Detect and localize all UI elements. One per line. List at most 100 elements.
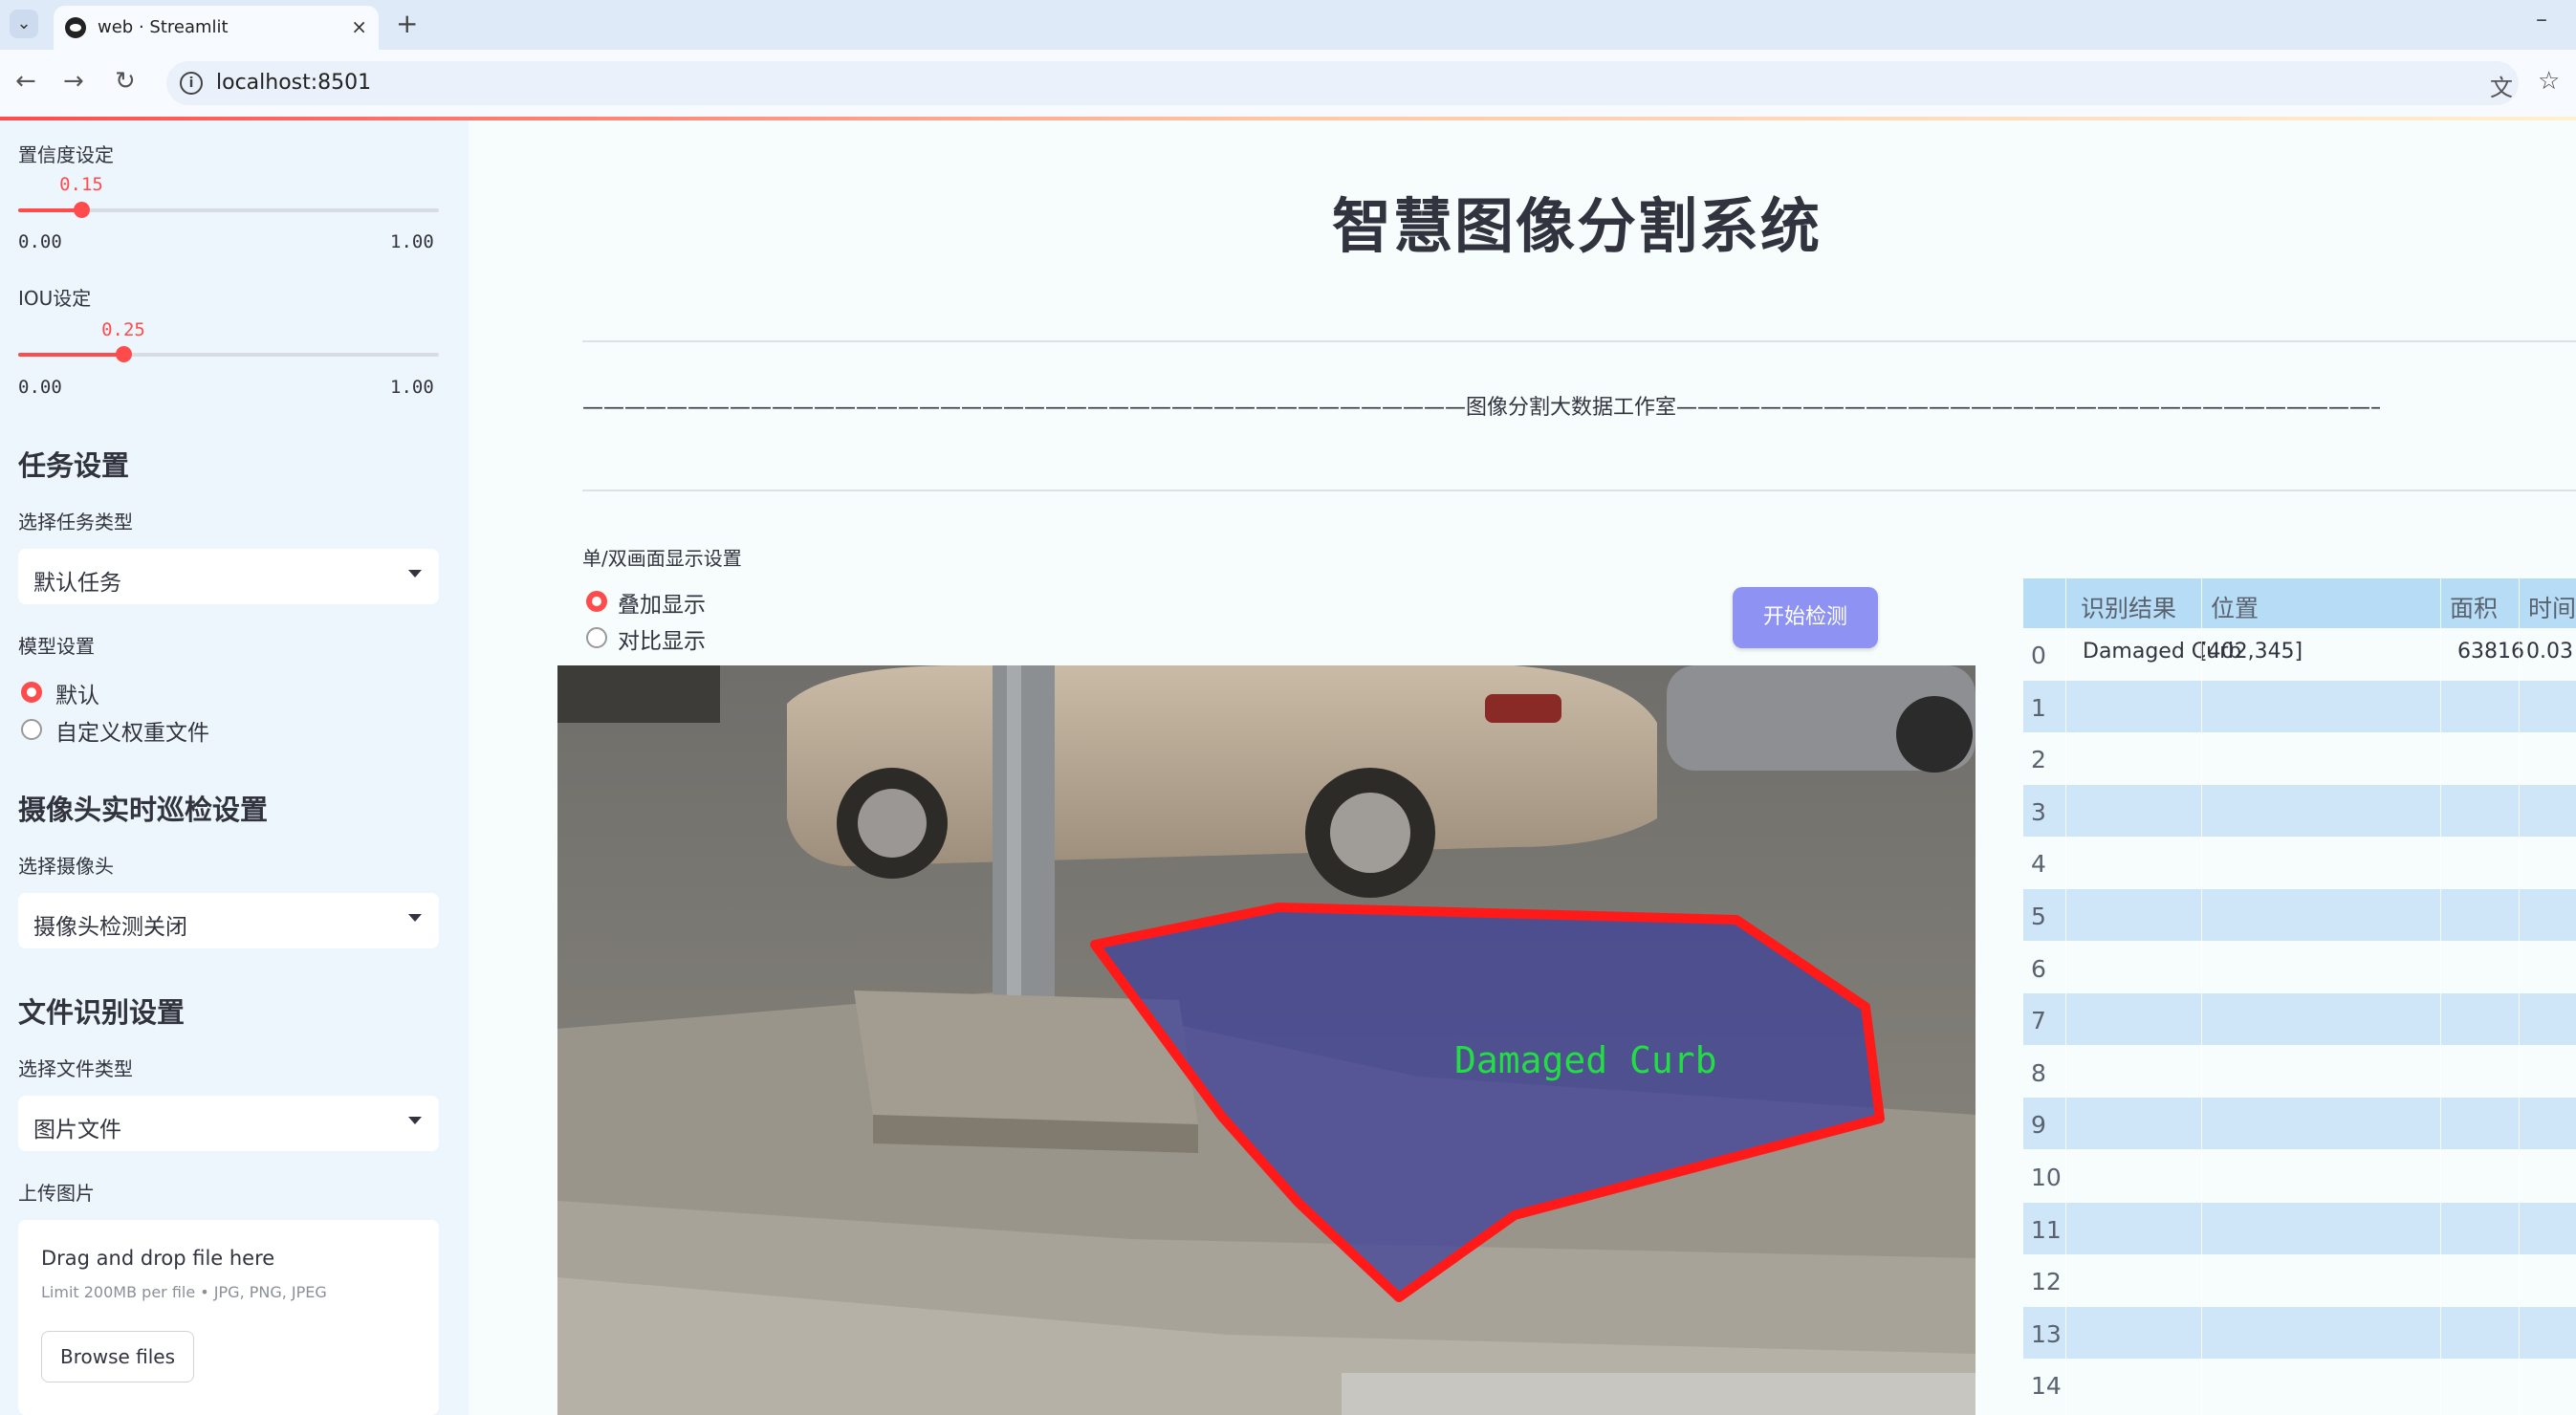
file-type-select[interactable]: 图片文件	[18, 1096, 439, 1151]
model-default-label[interactable]: 默认	[55, 677, 99, 709]
confidence-slider[interactable]	[18, 202, 439, 218]
camera-settings-heading: 摄像头实时巡检设置	[18, 794, 269, 826]
header-time: 时间	[2528, 595, 2576, 622]
table-row: 6	[2023, 941, 2576, 993]
confidence-min: 0.00	[18, 231, 62, 252]
table-row: 8	[2023, 1045, 2576, 1098]
table-row: 13	[2023, 1306, 2576, 1359]
bookmark-star-icon[interactable]: ☆	[2538, 67, 2560, 96]
iou-value: 0.25	[101, 319, 145, 340]
task-type-select[interactable]: 默认任务	[18, 549, 439, 604]
model-default-radio[interactable]	[21, 682, 42, 703]
column-divider	[2519, 578, 2520, 1415]
streamlit-favicon-icon	[65, 17, 86, 38]
confidence-value: 0.15	[59, 174, 103, 195]
row-index: 1	[2031, 693, 2046, 722]
tab-search-chevron-icon[interactable]: ⌄	[10, 10, 38, 38]
row-index: 0	[2031, 642, 2046, 669]
back-arrow-icon[interactable]: ←	[15, 67, 36, 96]
camera-select[interactable]: 摄像头检测关闭	[18, 893, 439, 948]
site-info-icon[interactable]: i	[180, 72, 203, 95]
iou-min: 0.00	[18, 377, 62, 398]
row-index: 2	[2031, 746, 2046, 774]
window-minimize-button[interactable]: –	[2536, 6, 2547, 33]
row-index: 8	[2031, 1058, 2046, 1087]
file-type-label: 选择文件类型	[18, 1057, 133, 1080]
url-text[interactable]: localhost:8501	[216, 71, 371, 95]
table-row: 9	[2023, 1098, 2576, 1150]
table-header: 识别结果 位置 面积 时间	[2023, 578, 2576, 628]
detection-label-text: Damaged Curb	[1454, 1039, 1717, 1081]
studio-banner: ————————————————————————————————————————…	[582, 396, 2380, 420]
browse-files-button[interactable]: Browse files	[41, 1331, 194, 1382]
forward-arrow-icon[interactable]: →	[63, 67, 84, 96]
overlay-display-radio[interactable]	[586, 591, 607, 612]
task-type-value: 默认任务	[33, 571, 121, 596]
iou-slider-fill	[18, 353, 123, 357]
display-mode-label: 单/双画面显示设置	[582, 547, 742, 570]
browser-tab-bar: ⌄ web · Streamlit × + –	[0, 0, 2576, 50]
column-divider	[2065, 578, 2066, 1415]
divider	[582, 340, 2576, 342]
model-custom-radio[interactable]	[21, 719, 42, 740]
task-settings-heading: 任务设置	[18, 449, 130, 482]
table-row: 4	[2023, 837, 2576, 889]
model-custom-label[interactable]: 自定义权重文件	[55, 714, 209, 747]
table-row: 11	[2023, 1202, 2576, 1254]
cell-time: 0.03	[2526, 640, 2573, 664]
table-row: 1	[2023, 680, 2576, 732]
row-index: 6	[2031, 954, 2046, 983]
task-type-label: 选择任务类型	[18, 511, 133, 533]
address-bar[interactable]: i localhost:8501	[166, 61, 2519, 105]
dropzone-limits: Limit 200MB per file • JPG, PNG, JPEG	[41, 1283, 327, 1301]
iou-label: IOU设定	[18, 287, 92, 310]
chevron-down-icon	[408, 1117, 422, 1124]
iou-slider-thumb[interactable]	[116, 346, 132, 362]
file-type-value: 图片文件	[33, 1118, 121, 1143]
file-dropzone[interactable]: Drag and drop file here Limit 200MB per …	[18, 1220, 439, 1415]
row-index: 5	[2031, 903, 2046, 930]
row-index: 13	[2031, 1319, 2062, 1348]
tab-title: web · Streamlit	[98, 17, 229, 37]
column-divider	[2440, 578, 2441, 1415]
start-detection-button[interactable]: 开始检测	[1733, 587, 1878, 648]
dropzone-title: Drag and drop file here	[41, 1247, 275, 1270]
confidence-max: 1.00	[390, 231, 434, 252]
detection-result-image: Damaged Curb	[557, 665, 1976, 1415]
confidence-slider-thumb[interactable]	[74, 202, 90, 218]
translate-icon[interactable]: ⽂	[2490, 69, 2513, 102]
table-row: 14	[2023, 1359, 2576, 1411]
row-index: 3	[2031, 797, 2046, 826]
page-title: 智慧图像分割系统	[1332, 191, 1823, 261]
header-area: 面积	[2450, 595, 2499, 622]
confidence-slider-fill	[18, 208, 81, 212]
iou-max: 1.00	[390, 377, 434, 398]
camera-select-label: 选择摄像头	[18, 855, 114, 878]
overlay-display-label[interactable]: 叠加显示	[618, 586, 706, 619]
table-row: 10	[2023, 1150, 2576, 1202]
iou-slider[interactable]	[18, 346, 439, 362]
compare-display-label[interactable]: 对比显示	[618, 622, 706, 655]
table-row: 7	[2023, 993, 2576, 1046]
row-index: 10	[2031, 1164, 2062, 1191]
header-result: 识别结果	[2081, 595, 2177, 622]
row-index: 14	[2031, 1372, 2062, 1401]
confidence-label: 置信度设定	[18, 143, 114, 166]
row-index: 7	[2031, 1007, 2046, 1035]
tab-close-icon[interactable]: ×	[351, 15, 367, 38]
table-row: 12	[2023, 1254, 2576, 1307]
compare-display-radio[interactable]	[586, 627, 607, 648]
row-index: 12	[2031, 1268, 2062, 1296]
reload-icon[interactable]: ↻	[115, 67, 136, 96]
row-index: 4	[2031, 850, 2046, 879]
chevron-down-icon	[408, 914, 422, 922]
table-row: 2	[2023, 732, 2576, 785]
chevron-down-icon	[408, 570, 422, 577]
divider	[582, 490, 2576, 491]
new-tab-button[interactable]: +	[396, 8, 418, 39]
cell-position: [402,345]	[2199, 640, 2303, 664]
browser-tab[interactable]: web · Streamlit ×	[54, 6, 379, 50]
table-row: 3	[2023, 784, 2576, 837]
row-index: 11	[2031, 1215, 2062, 1244]
cell-area: 63816	[2457, 640, 2524, 664]
